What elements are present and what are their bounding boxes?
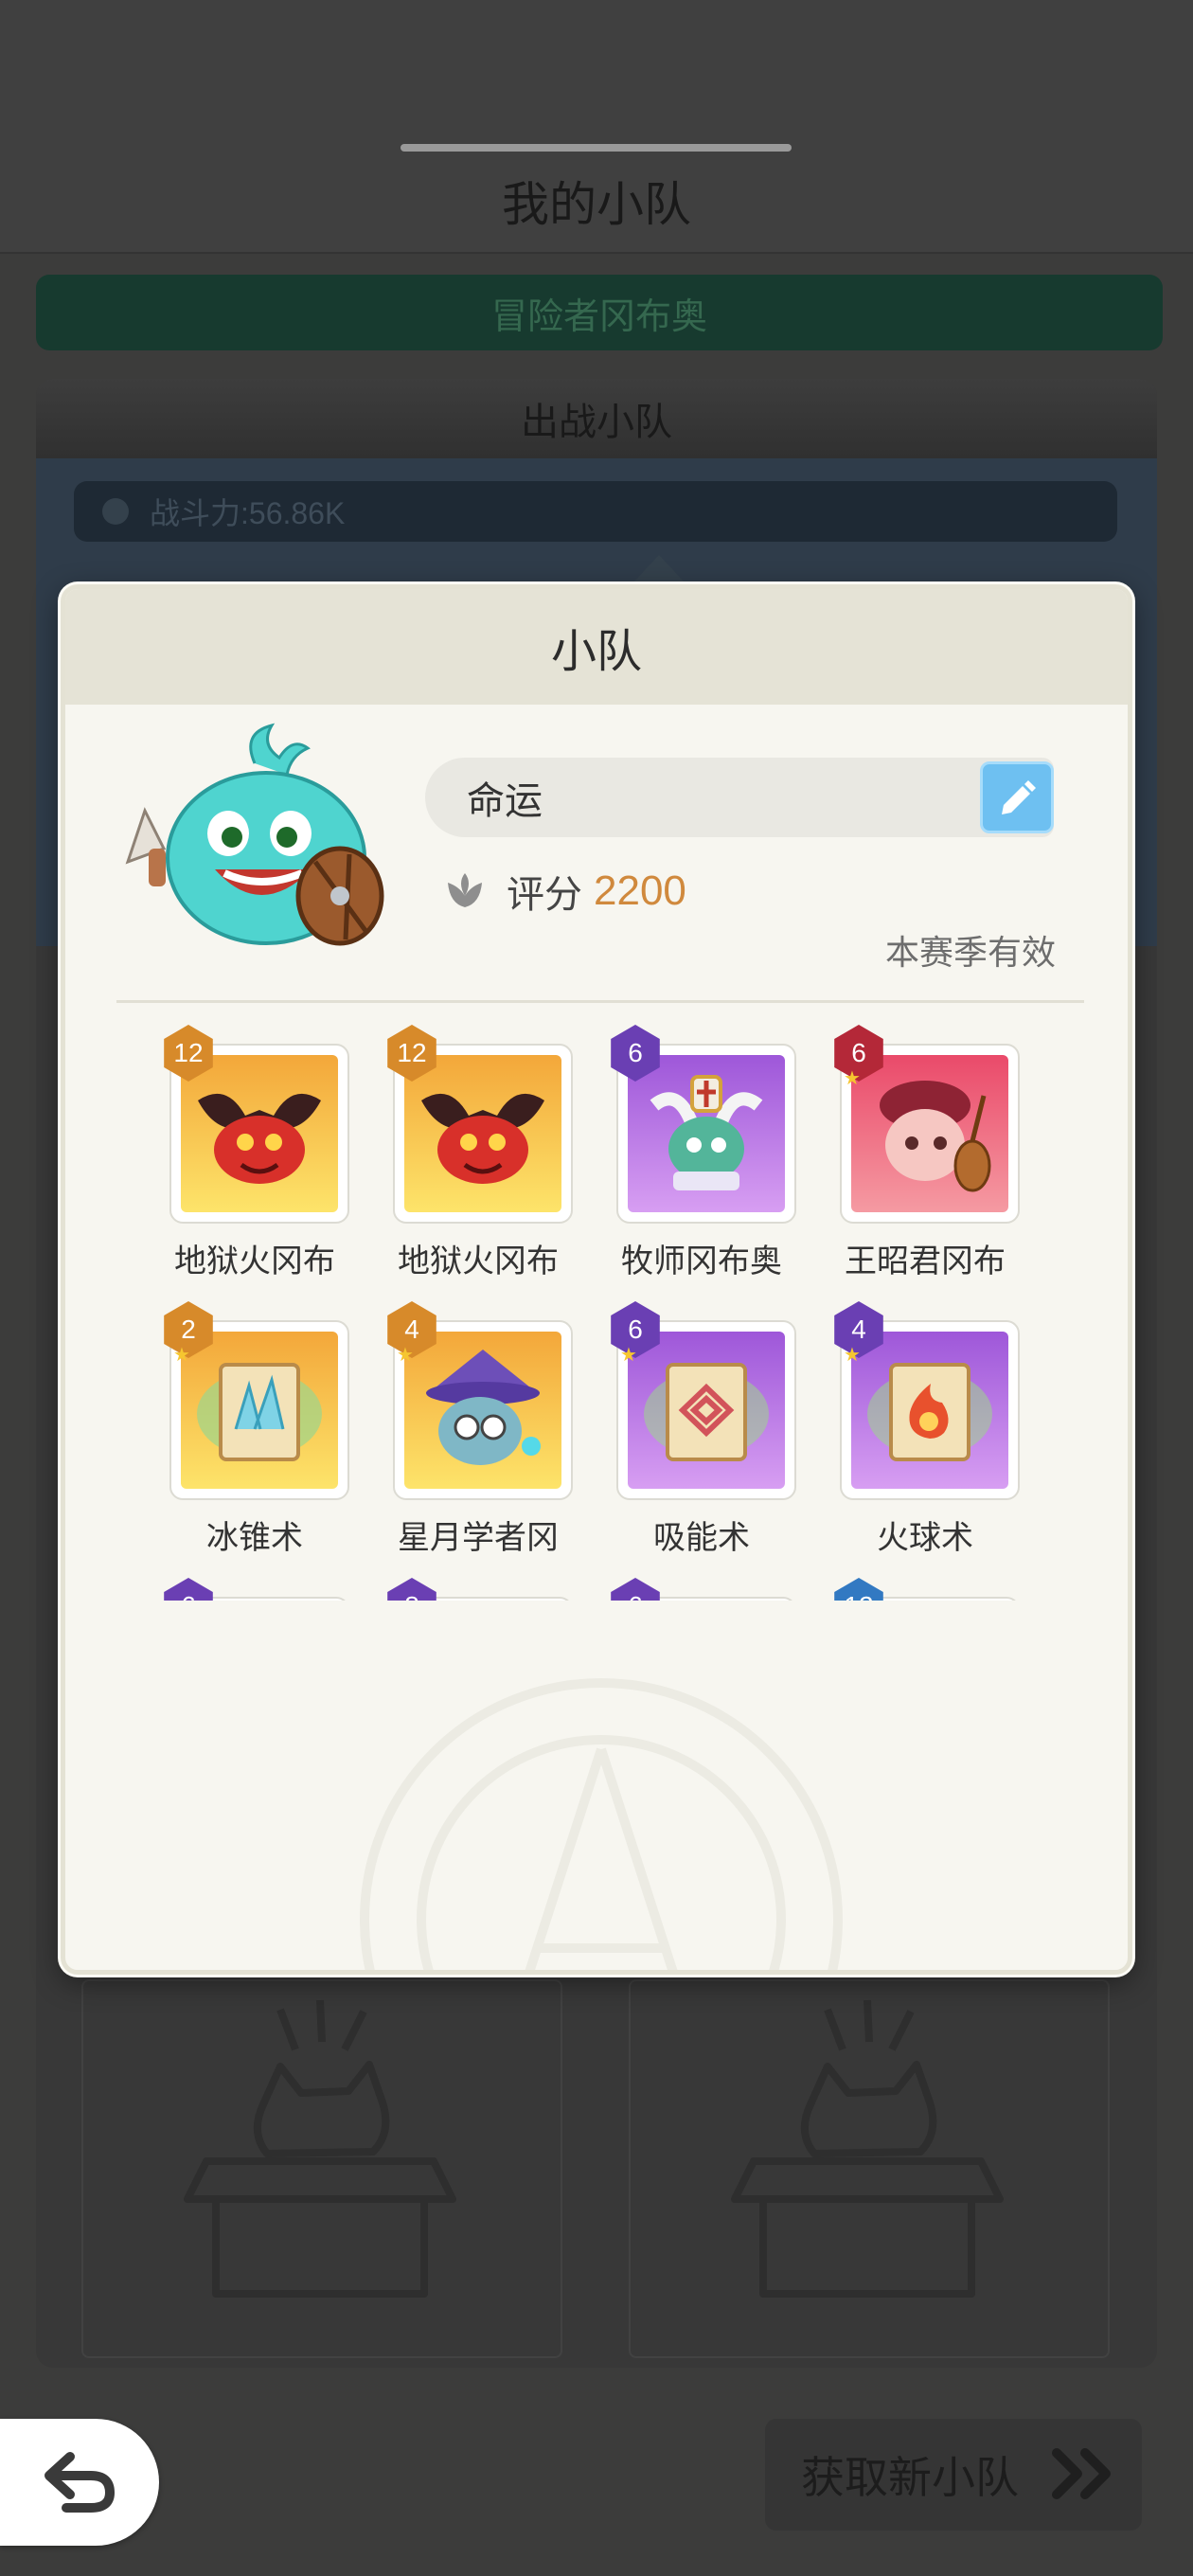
team-name-field[interactable]: 命运: [425, 758, 1054, 837]
squad-panel-title: 出战小队: [36, 379, 1157, 458]
level-badge: 12: [834, 1578, 883, 1601]
cat-in-box-icon: [731, 1999, 1004, 2298]
combat-power-bar: 战斗力:56.86K: [74, 481, 1117, 542]
star-moon-scholar-icon: [426, 1350, 541, 1465]
pencil-icon: [1002, 780, 1036, 814]
adventurer-name-bar[interactable]: 冒险者冈布奥: [36, 275, 1163, 350]
score-row: 评分 2200: [444, 864, 686, 919]
hellfire-demon-icon: [421, 1093, 544, 1184]
get-new-squad-label: 获取新小队: [801, 2453, 1019, 2502]
avatar: [125, 723, 384, 946]
priest-gumball-icon: [650, 1075, 763, 1190]
star-icon: ★: [397, 1345, 414, 1366]
level-badge: 6: [611, 1578, 660, 1601]
card-name: 吸能术: [653, 1520, 750, 1556]
undo-arrow-icon: [45, 2452, 116, 2513]
level-badge: 6: [164, 1578, 213, 1601]
pointer-arrow: [632, 555, 686, 583]
fireball-scroll-icon: [867, 1363, 992, 1461]
card-name: 冰锥术: [206, 1520, 303, 1556]
star-icon: ★: [844, 1068, 861, 1089]
card-name: 地狱火冈布: [174, 1243, 335, 1279]
star-icon: ★: [173, 1345, 190, 1366]
card-grid[interactable]: 12 地狱火冈布 12 地狱火冈布 6 牧师冈布奥 6 ★ 王昭君冈布 2 ★ …: [65, 1025, 1128, 1601]
drag-handle[interactable]: [401, 144, 792, 152]
edit-name-button[interactable]: [980, 761, 1054, 833]
hellfire-demon-icon: [198, 1093, 321, 1184]
card-name: 星月学者冈: [398, 1520, 559, 1556]
season-note: 本赛季有效: [884, 933, 1056, 972]
get-new-squad-button[interactable]: 获取新小队: [765, 2419, 1142, 2531]
page-title: 我的小队: [502, 178, 691, 231]
lotus-score-icon: [448, 873, 482, 907]
star-icon: ★: [844, 1345, 861, 1366]
ice-cone-scroll-icon: [197, 1363, 322, 1461]
top-bar: 我的小队: [0, 0, 1193, 254]
modal-title: 小队: [65, 589, 1128, 705]
empty-squad-slot[interactable]: [629, 1979, 1110, 2358]
card-name: 火球术: [877, 1520, 973, 1556]
score-label: 评分: [507, 874, 582, 916]
squad-modal: 小队 命运 评分 2200 本赛季有效 12 地狱火冈布 12 地狱火冈布 6 …: [61, 584, 1132, 1975]
empty-squad-slot[interactable]: [81, 1979, 562, 2358]
cat-in-box-icon: [184, 1999, 456, 2298]
power-icon: [102, 498, 129, 525]
level-badge: 8: [387, 1578, 436, 1601]
wang-zhaojun-gumball-icon: [880, 1081, 991, 1192]
divider: [116, 1000, 1084, 1003]
absorb-scroll-icon: [644, 1363, 769, 1461]
star-icon: ★: [620, 1345, 637, 1366]
card-name: 牧师冈布奥: [621, 1243, 782, 1279]
card-name: 王昭君冈布: [845, 1243, 1006, 1279]
card-name: 地狱火冈布: [398, 1243, 559, 1279]
score-value: 2200: [594, 868, 686, 914]
emblem-watermark-icon: [360, 1678, 843, 1970]
combat-power-text: 战斗力:56.86K: [150, 496, 346, 530]
double-chevron-right-icon: [1052, 2448, 1111, 2499]
back-button[interactable]: [0, 2419, 159, 2546]
